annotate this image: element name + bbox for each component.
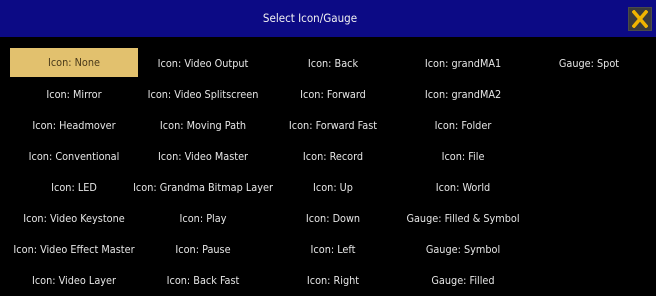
empty-cell [528,265,650,296]
title-bar: Select Icon/Gauge [0,0,656,37]
option-icon-video-splitscreen[interactable]: Icon: Video Splitscreen [138,79,268,110]
option-icon-video-output[interactable]: Icon: Video Output [138,48,268,79]
option-gauge-spot[interactable]: Gauge: Spot [528,48,650,79]
option-icon-folder[interactable]: Icon: Folder [398,110,528,141]
select-icon-gauge-dialog: Select Icon/Gauge Icon: None Icon: Video … [0,0,656,287]
close-button[interactable] [628,7,652,31]
empty-cell [528,110,650,141]
option-icon-forward[interactable]: Icon: Forward [268,79,398,110]
option-icon-none[interactable]: Icon: None [10,48,138,77]
option-icon-forward-fast[interactable]: Icon: Forward Fast [268,110,398,141]
option-icon-headmover[interactable]: Icon: Headmover [10,110,138,141]
option-icon-grandma2[interactable]: Icon: grandMA2 [398,79,528,110]
option-icon-file[interactable]: Icon: File [398,141,528,172]
empty-cell [528,141,650,172]
empty-cell [528,234,650,265]
empty-cell [528,172,650,203]
option-icon-world[interactable]: Icon: World [398,172,528,203]
option-icon-down[interactable]: Icon: Down [268,203,398,234]
option-icon-video-effect-master[interactable]: Icon: Video Effect Master [10,234,138,265]
close-icon [632,10,648,28]
option-icon-back-fast[interactable]: Icon: Back Fast [138,265,268,296]
option-icon-moving-path[interactable]: Icon: Moving Path [138,110,268,141]
option-icon-play[interactable]: Icon: Play [138,203,268,234]
option-icon-pause[interactable]: Icon: Pause [138,234,268,265]
option-icon-video-layer[interactable]: Icon: Video Layer [10,265,138,296]
option-gauge-filled-symbol[interactable]: Gauge: Filled & Symbol [398,203,528,234]
option-icon-video-master[interactable]: Icon: Video Master [138,141,268,172]
option-icon-led[interactable]: Icon: LED [10,172,138,203]
empty-cell [528,79,650,110]
empty-cell [528,203,650,234]
option-icon-mirror[interactable]: Icon: Mirror [10,79,138,110]
option-gauge-filled[interactable]: Gauge: Filled [398,265,528,296]
option-icon-grandma-bitmap-layer[interactable]: Icon: Grandma Bitmap Layer [133,172,273,203]
option-icon-back[interactable]: Icon: Back [268,48,398,79]
option-gauge-symbol[interactable]: Gauge: Symbol [398,234,528,265]
option-icon-record[interactable]: Icon: Record [268,141,398,172]
option-icon-grandma1[interactable]: Icon: grandMA1 [398,48,528,79]
option-icon-left[interactable]: Icon: Left [268,234,398,265]
option-icon-right[interactable]: Icon: Right [268,265,398,296]
option-icon-video-keystone[interactable]: Icon: Video Keystone [10,203,138,234]
dialog-title: Select Icon/Gauge [262,11,358,25]
option-icon-up[interactable]: Icon: Up [268,172,398,203]
option-grid: Icon: None Icon: Video Output Icon: Back Ic… [10,48,650,296]
option-icon-conventional[interactable]: Icon: Conventional [10,141,138,172]
